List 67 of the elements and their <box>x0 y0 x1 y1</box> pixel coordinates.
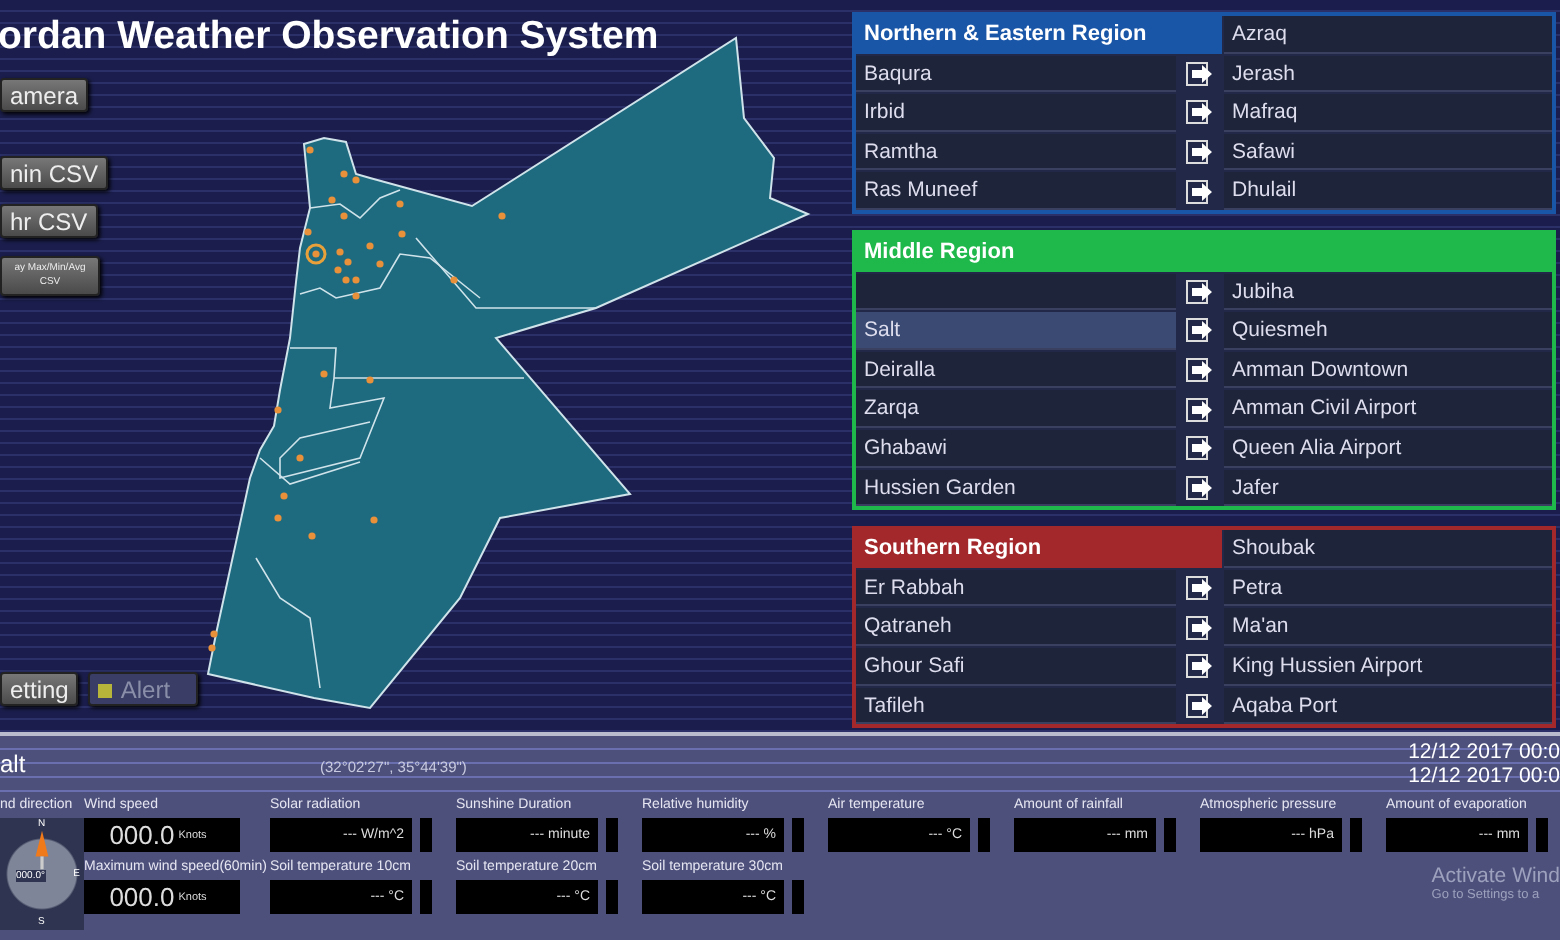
gauge-bar <box>606 818 618 852</box>
arrow-icon[interactable] <box>1186 61 1214 86</box>
station-item[interactable]: Er Rabbah <box>856 569 1176 607</box>
station-item[interactable]: Safawi <box>1224 133 1552 171</box>
station-item[interactable]: Deiralla <box>856 351 1176 389</box>
arrow-icon[interactable] <box>1186 654 1214 679</box>
station-name: alt <box>0 748 28 778</box>
station-item[interactable]: Hussien Garden <box>856 469 1176 507</box>
gauge-bar <box>792 818 804 852</box>
gauge-bar <box>792 880 804 914</box>
arrow-icon[interactable] <box>1186 140 1214 165</box>
toolbar-button[interactable]: etting <box>0 672 79 706</box>
station-item[interactable]: Dhulail <box>1224 172 1552 210</box>
station-item[interactable]: Salt <box>856 312 1176 350</box>
arrow-icon[interactable] <box>1186 397 1214 422</box>
station-item[interactable]: Jafer <box>1224 469 1552 507</box>
station-item[interactable]: Amman Civil Airport <box>1224 390 1552 428</box>
region-header: Northern & Eastern Region <box>856 16 1222 54</box>
station-item[interactable]: Qatraneh <box>856 608 1176 646</box>
station-item[interactable]: Aqaba Port <box>1224 687 1552 725</box>
station-item[interactable]: Azraq <box>1224 16 1552 54</box>
arrow-icon[interactable] <box>1186 100 1214 125</box>
export-button[interactable]: nin CSV <box>0 156 109 190</box>
station-item[interactable]: Mafraq <box>1224 94 1552 132</box>
station-item[interactable]: Ghour Safi <box>856 647 1176 685</box>
station-item[interactable]: Zarqa <box>856 390 1176 428</box>
timestamp: 12/12 2017 00:0 <box>1408 740 1560 764</box>
gauge-bar <box>1536 818 1548 852</box>
station-item[interactable]: Petra <box>1224 569 1552 607</box>
station-item[interactable]: Ras Muneef <box>856 172 1176 210</box>
arrow-icon[interactable] <box>1186 693 1214 718</box>
station-item[interactable]: Queen Alia Airport <box>1224 429 1552 468</box>
gauge-bar <box>420 818 432 852</box>
timestamp: 12/12 2017 00:0 <box>1408 764 1560 788</box>
station-item[interactable]: Tafileh <box>856 687 1176 725</box>
arrow-icon[interactable] <box>1186 358 1214 383</box>
arrow-icon[interactable] <box>1186 436 1214 461</box>
station-item[interactable]: Jerash <box>1224 55 1552 93</box>
window-title: ordan Weather Observation System <box>0 12 661 58</box>
station-item[interactable]: Shoubak <box>1224 530 1552 568</box>
station-item[interactable]: Baqura <box>856 55 1176 93</box>
arrow-icon[interactable] <box>1186 279 1214 304</box>
station-item[interactable]: Quiesmeh <box>1224 312 1552 350</box>
export-button[interactable]: amera <box>0 78 89 112</box>
station-item[interactable]: King Hussien Airport <box>1224 647 1552 685</box>
arrow-icon[interactable] <box>1186 576 1214 601</box>
station-item[interactable]: Ramtha <box>856 133 1176 171</box>
station-item[interactable]: Ma'an <box>1224 608 1552 646</box>
activation-notice: Activate Wind <box>1431 864 1560 888</box>
station-item[interactable]: Amman Downtown <box>1224 351 1552 389</box>
region-header: Middle Region <box>856 233 1552 272</box>
empty-cell[interactable] <box>856 273 1176 311</box>
arrow-icon[interactable] <box>1186 179 1214 204</box>
gauge-bar <box>606 880 618 914</box>
gauge-bar <box>978 818 990 852</box>
arrow-icon[interactable] <box>1186 318 1214 343</box>
gauge-bar <box>420 880 432 914</box>
station-item[interactable]: Irbid <box>856 94 1176 132</box>
gauge-bar <box>1164 818 1176 852</box>
arrow-icon[interactable] <box>1186 615 1214 640</box>
region-header: Southern Region <box>856 530 1222 568</box>
gauge-bar <box>1350 818 1362 852</box>
arrow-icon[interactable] <box>1186 475 1214 500</box>
station-item[interactable]: Jubiha <box>1224 273 1552 311</box>
needle-icon <box>34 830 50 870</box>
export-button[interactable]: hr CSV <box>0 204 98 238</box>
station-item[interactable]: Ghabawi <box>856 429 1176 468</box>
